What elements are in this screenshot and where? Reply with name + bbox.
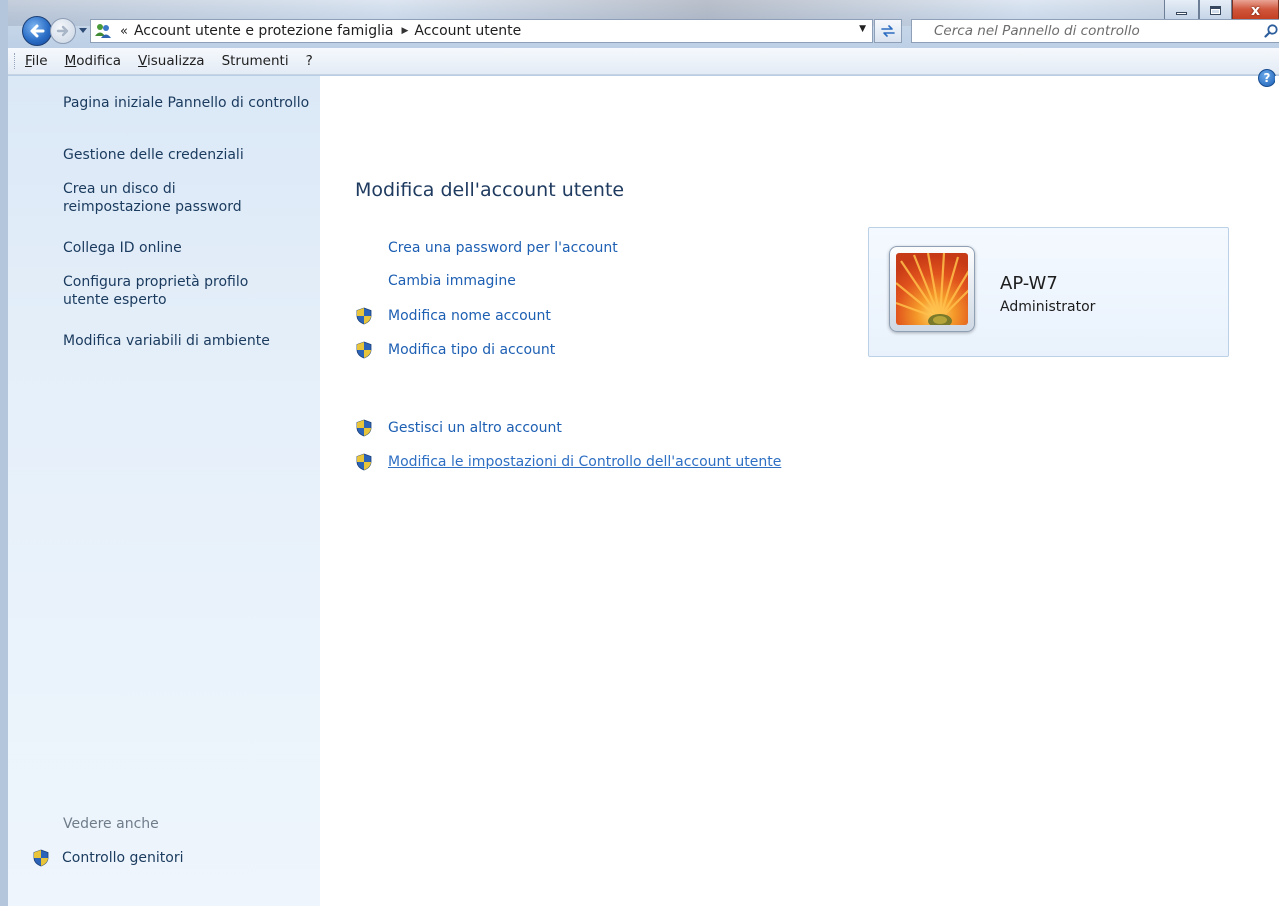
user-role: Administrator [1000,299,1096,315]
uac-shield-icon [356,307,372,325]
arrow-left-icon [30,24,45,38]
see-also-heading: Vedere anche [63,816,159,832]
uac-shield-icon [356,453,372,471]
sidebar-link-credential-manager[interactable]: Gestione delle credenziali [63,146,313,164]
task-label: Modifica le impostazioni di Controllo de… [388,454,782,470]
sidebar-link-link-online-ids[interactable]: Collega ID online [63,239,313,257]
search-input[interactable]: Cerca nel Pannello di controllo [911,19,1279,43]
task-label: Gestisci un altro account [388,420,562,436]
task-uac-settings[interactable]: Modifica le impostazioni di Controllo de… [355,453,781,471]
task-label: Cambia immagine [388,273,516,289]
window-right-edge [1275,76,1279,906]
sidebar-link-password-reset-disk[interactable]: Crea un disco di reimpostazione password [63,180,283,216]
menu-grip [14,53,17,69]
recent-pages-button[interactable] [77,25,89,37]
refresh-icon [881,25,895,37]
flower-picture [896,253,968,325]
uac-shield-icon [356,419,372,437]
chevron-down-icon [79,28,87,33]
flower-icon [896,253,968,325]
title-bar[interactable]: x « Account utente e protezione famiglia… [8,0,1279,48]
refresh-button[interactable] [874,19,902,43]
content-area: Pagina iniziale Pannello di controllo Ge… [8,69,1279,906]
search-placeholder: Cerca nel Pannello di controllo [934,23,1140,39]
shield-slot [355,307,379,325]
task-label: Crea una password per l'account [388,240,618,256]
task-label: Modifica nome account [388,308,551,324]
menu-edit[interactable]: Modifica [65,53,121,69]
menu-help[interactable]: ? [306,53,313,69]
task-pane: Pagina iniziale Pannello di controllo Ge… [8,76,320,906]
task-label: Modifica tipo di account [388,342,556,358]
breadcrumb-item-user-accounts[interactable]: Account utente [414,23,521,39]
sidebar-link-parental-controls[interactable]: Controllo genitori [32,849,183,867]
address-dropdown-icon[interactable]: ▼ [859,24,866,34]
page-title: Modifica dell'account utente [355,179,625,201]
menu-view[interactable]: Visualizza [138,53,205,69]
task-create-password[interactable]: Crea una password per l'account [355,240,618,256]
shield-slot [355,341,379,359]
menu-file[interactable]: File [25,53,48,69]
breadcrumb-overflow[interactable]: « [120,24,128,39]
sidebar-link-environment-variables[interactable]: Modifica variabili di ambiente [63,332,313,350]
task-change-account-name[interactable]: Modifica nome account [355,307,551,325]
uac-shield-icon [33,849,49,867]
sidebar-link-roaming-profile[interactable]: Configura proprietà profilo utente esper… [63,273,283,309]
arrow-right-icon [56,25,69,37]
user-name: AP-W7 [1000,273,1058,294]
menu-bar: File Modifica Visualizza Strumenti ? [8,48,1279,75]
help-icon[interactable]: ? [1258,69,1276,87]
breadcrumb-item-family-safety[interactable]: Account utente e protezione famiglia [134,23,393,39]
back-button[interactable] [22,16,52,46]
menu-tools[interactable]: Strumenti [222,53,289,69]
control-panel-window: x « Account utente e protezione famiglia… [0,0,1279,906]
user-account-tile: AP-W7 Administrator [868,227,1229,357]
search-icon[interactable] [1263,23,1279,39]
uac-shield-icon [356,341,372,359]
parental-controls-label: Controllo genitori [62,850,184,866]
avatar[interactable] [889,246,975,332]
task-change-picture[interactable]: Cambia immagine [355,273,516,289]
sidebar-link-control-panel-home[interactable]: Pagina iniziale Pannello di controllo [63,94,313,112]
users-icon [94,22,112,40]
forward-button[interactable] [50,18,76,44]
shield-slot [355,419,379,437]
shield-slot [355,453,379,471]
breadcrumb-separator-icon[interactable]: ▶ [401,26,408,36]
task-change-account-type[interactable]: Modifica tipo di account [355,341,555,359]
task-manage-another-account[interactable]: Gestisci un altro account [355,419,562,437]
navigation-row: « Account utente e protezione famiglia ▶… [8,14,1279,48]
address-bar[interactable]: « Account utente e protezione famiglia ▶… [90,19,873,43]
